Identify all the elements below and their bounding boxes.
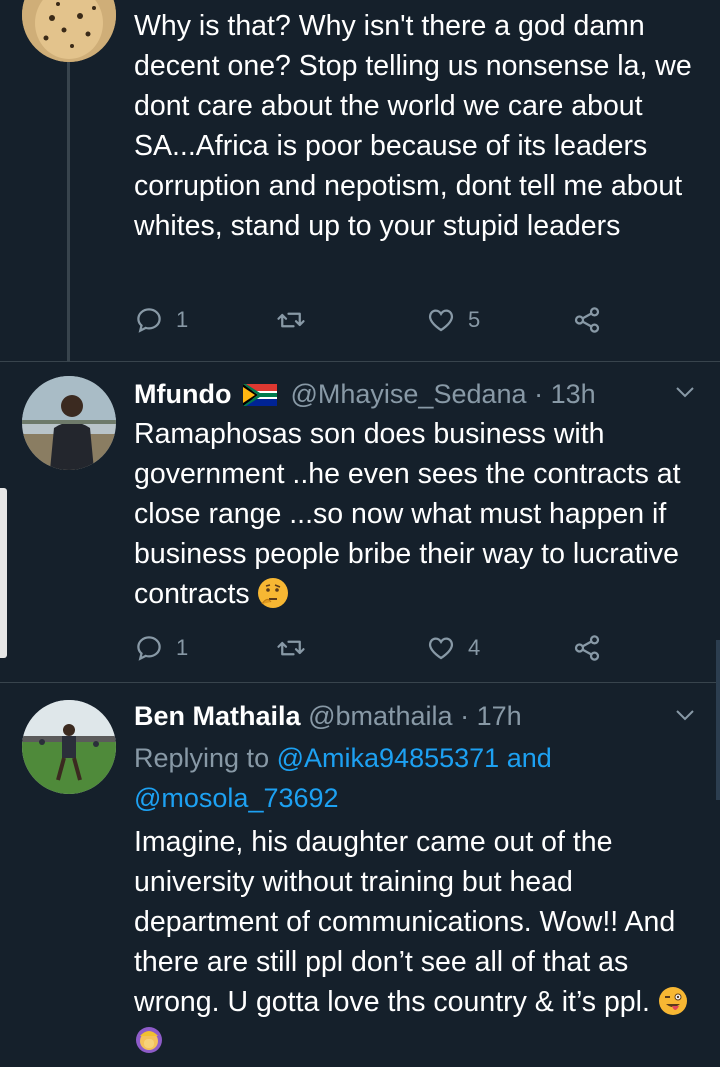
user-handle[interactable]: @Mhayise_Sedana — [290, 379, 526, 409]
display-name[interactable]: Ben Mathaila — [134, 701, 301, 731]
south-africa-flag-icon — [242, 379, 277, 406]
scroll-indicator — [716, 640, 720, 800]
replying-to-label: Replying to — [134, 743, 270, 773]
thread-connector-line — [67, 62, 70, 362]
mfundo-avatar[interactable] — [22, 376, 116, 470]
chevron-down-icon[interactable] — [674, 381, 696, 403]
tweet-header: Mfundo @Mhayise_Sedana · 13h — [134, 376, 596, 412]
winking-tongue-face-emoji — [658, 986, 688, 1016]
chevron-down-icon[interactable] — [674, 704, 696, 726]
heart-icon — [428, 637, 454, 660]
reply-count: 1 — [176, 635, 189, 660]
tweet-divider — [0, 361, 720, 362]
tweet-text-content: Ramaphosas son does business with govern… — [134, 418, 681, 610]
tweet-actions: 1 5 — [134, 302, 614, 338]
replying-to-line: Replying to @Amika94855371 and @mosola_7… — [134, 738, 674, 818]
header-separator: · — [460, 701, 470, 731]
tweet-actions: 1 4 — [134, 630, 614, 666]
heart-icon — [428, 309, 454, 332]
tweet-text: Ramaphosas son does business with govern… — [134, 414, 704, 614]
mention-joiner[interactable]: and — [507, 743, 552, 773]
woman-facepalming-emoji — [134, 1026, 164, 1056]
tweet-timestamp[interactable]: 17h — [477, 701, 522, 731]
tweet-divider — [0, 682, 720, 683]
header-separator: · — [534, 379, 544, 409]
like-count: 4 — [468, 635, 481, 660]
tweet-header: Ben Mathaila @bmathaila · 17h — [134, 698, 522, 734]
display-name[interactable]: Mfundo — [134, 379, 231, 409]
ben-mathaila-avatar[interactable] — [22, 700, 116, 794]
tweet-text: Imagine, his daughter came out of the un… — [134, 822, 704, 1062]
retweet-button[interactable] — [276, 302, 306, 338]
share-button[interactable] — [572, 630, 602, 666]
retweet-icon — [277, 640, 305, 656]
mention-link[interactable]: @Amika94855371 — [277, 743, 500, 773]
like-button[interactable]: 4 — [426, 630, 480, 666]
like-button[interactable]: 5 — [426, 302, 480, 338]
reply-button[interactable]: 1 — [134, 302, 188, 338]
mention-link[interactable]: @mosola_73692 — [134, 783, 339, 813]
reply-icon — [137, 308, 161, 333]
reply-icon — [137, 636, 161, 661]
scrollbar-thumb[interactable] — [0, 488, 7, 658]
thinking-face-emoji — [257, 578, 288, 608]
tweet-text: Why is that? Why isn't there a god damn … — [134, 10, 692, 242]
reply-count: 1 — [176, 307, 189, 332]
cheetah-avatar[interactable] — [22, 0, 116, 62]
share-icon — [574, 307, 600, 333]
tweet-text-content: Imagine, his daughter came out of the un… — [134, 826, 676, 1018]
like-count: 5 — [468, 307, 481, 332]
tweet-timestamp[interactable]: 13h — [551, 379, 596, 409]
retweet-icon — [277, 312, 305, 328]
share-button[interactable] — [572, 302, 602, 338]
retweet-button[interactable] — [276, 630, 306, 666]
reply-button[interactable]: 1 — [134, 630, 188, 666]
user-handle[interactable]: @bmathaila — [308, 701, 452, 731]
share-icon — [574, 635, 600, 661]
